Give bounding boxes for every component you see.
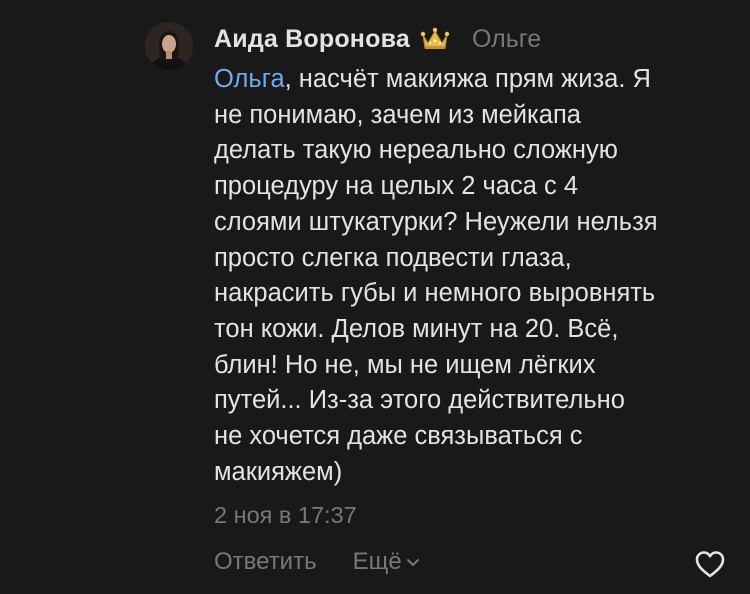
- like-button[interactable]: [694, 549, 726, 579]
- avatar-image: [145, 22, 193, 70]
- more-button[interactable]: Ещё: [353, 548, 420, 576]
- comment-actions: Ответить Ещё: [214, 548, 420, 576]
- heart-icon: [695, 551, 725, 578]
- author-name[interactable]: Аида Воронова: [214, 25, 410, 54]
- reply-button[interactable]: Ответить: [214, 548, 317, 576]
- mention-link[interactable]: Ольга: [214, 65, 285, 93]
- crown-icon: [420, 26, 450, 52]
- comment-body: , насчёт макияжа прям жиза. Я не понимаю…: [214, 65, 658, 486]
- comment-header: Аида Воронова Ольге: [214, 24, 541, 54]
- comment-text: Ольга, насчёт макияжа прям жиза. Я не по…: [214, 62, 734, 490]
- comment-timestamp[interactable]: 2 ноя в 17:37: [214, 502, 357, 529]
- chevron-down-icon: [406, 559, 419, 566]
- more-label: Ещё: [352, 548, 402, 575]
- reply-to-name[interactable]: Ольге: [472, 25, 541, 54]
- avatar[interactable]: [145, 22, 193, 70]
